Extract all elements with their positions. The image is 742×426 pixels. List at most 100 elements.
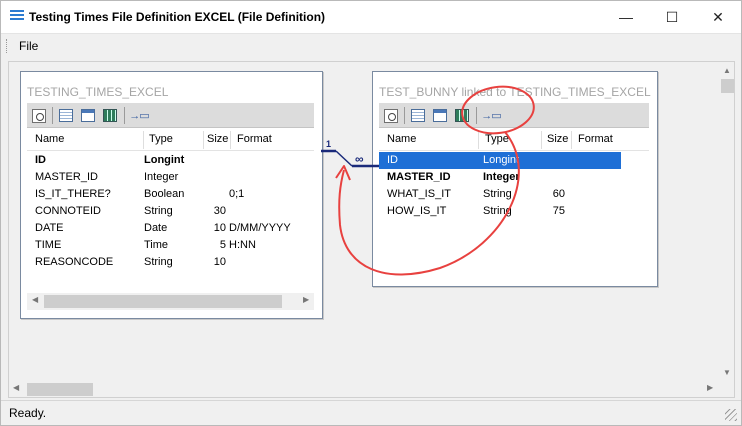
field-name-cell: HOW_IS_IT bbox=[387, 205, 447, 217]
field-type-cell: String bbox=[483, 205, 512, 217]
field-type-cell: String bbox=[483, 188, 512, 200]
canvas-vscrollbar[interactable]: ▲ ▼ bbox=[719, 63, 734, 381]
right-table-window[interactable]: TEST_BUNNY linked to TESTING_TIMES_EXCEL… bbox=[372, 71, 658, 287]
scroll-thumb[interactable] bbox=[27, 383, 93, 396]
column-divider bbox=[230, 131, 231, 149]
table-row[interactable]: ID Longint bbox=[379, 152, 621, 169]
field-size-cell: 10 bbox=[213, 222, 226, 234]
field-type-cell: Time bbox=[144, 239, 169, 251]
title-bar: Testing Times File Definition EXCEL (Fil… bbox=[1, 1, 741, 33]
preview-icon[interactable] bbox=[381, 106, 401, 125]
link-table-icon[interactable]: →▭ bbox=[481, 106, 501, 125]
toolbar-separator bbox=[52, 107, 53, 124]
table-row[interactable]: HOW_IS_IT String 75 bbox=[379, 203, 621, 220]
field-type-cell: Date bbox=[144, 222, 168, 234]
menu-bar: File bbox=[1, 33, 741, 57]
form-view-icon[interactable] bbox=[78, 106, 98, 125]
table-row[interactable]: CONNOTEID String 30 bbox=[27, 203, 314, 220]
table-row[interactable]: IS_IT_THERE? Boolean 0;1 bbox=[27, 186, 314, 203]
resize-grip-icon[interactable] bbox=[725, 409, 737, 421]
table-row[interactable]: MASTER_ID Integer bbox=[379, 169, 621, 186]
column-header-name[interactable]: Name bbox=[387, 133, 416, 145]
calculator-icon[interactable] bbox=[452, 106, 472, 125]
table-row[interactable]: WHAT_IS_IT String 60 bbox=[379, 186, 621, 203]
table-row[interactable]: MASTER_ID Integer bbox=[27, 169, 314, 186]
toolbar-separator bbox=[476, 107, 477, 124]
status-text: Ready. bbox=[9, 406, 47, 420]
column-header-size[interactable]: Size bbox=[207, 133, 228, 145]
left-table-toolbar: →▭ bbox=[27, 103, 314, 128]
table-row[interactable]: DATE Date 10 D/MM/YYYY bbox=[27, 220, 314, 237]
toolbar-separator bbox=[124, 107, 125, 124]
field-size-cell: 60 bbox=[552, 188, 565, 200]
field-type-cell: Longint bbox=[483, 154, 520, 166]
column-header-type[interactable]: Type bbox=[149, 133, 173, 145]
column-divider bbox=[478, 131, 479, 149]
column-divider bbox=[203, 131, 204, 149]
right-table-title: TEST_BUNNY linked to TESTING_TIMES_EXCEL bbox=[379, 85, 651, 99]
list-icon bbox=[10, 10, 24, 22]
scroll-down-icon[interactable]: ▼ bbox=[723, 368, 731, 377]
window-title: Testing Times File Definition EXCEL (Fil… bbox=[29, 10, 326, 24]
field-name-cell: CONNOTEID bbox=[35, 205, 101, 217]
column-header-name[interactable]: Name bbox=[35, 133, 64, 145]
scroll-corner bbox=[719, 381, 734, 397]
field-name-cell: DATE bbox=[35, 222, 64, 234]
grid-view-icon[interactable] bbox=[56, 106, 76, 125]
field-type-cell: Boolean bbox=[144, 188, 185, 200]
menu-grip bbox=[6, 39, 9, 53]
table-row[interactable]: ID Longint bbox=[27, 152, 314, 169]
left-table-hscrollbar[interactable]: ◀ ▶ bbox=[27, 293, 314, 310]
right-table-header: Name Type Size Format bbox=[379, 129, 649, 151]
field-name-cell: MASTER_ID bbox=[35, 171, 98, 183]
table-row[interactable]: REASONCODE String 10 bbox=[27, 254, 314, 271]
field-name-cell: REASONCODE bbox=[35, 256, 114, 268]
table-row[interactable]: TIME Time 5 H:NN bbox=[27, 237, 314, 254]
scroll-up-icon[interactable]: ▲ bbox=[723, 66, 731, 75]
calculator-icon[interactable] bbox=[100, 106, 120, 125]
scroll-right-icon[interactable]: ▶ bbox=[707, 383, 713, 392]
field-name-cell: ID bbox=[387, 154, 398, 166]
column-header-size[interactable]: Size bbox=[547, 133, 568, 145]
field-type-cell: Integer bbox=[144, 171, 179, 183]
scroll-right-icon[interactable]: ▶ bbox=[303, 295, 309, 304]
field-type-cell: String bbox=[144, 256, 173, 268]
field-size-cell: 75 bbox=[552, 205, 565, 217]
toolbar-separator bbox=[404, 107, 405, 124]
field-format-cell: 0;1 bbox=[229, 188, 245, 200]
form-view-icon[interactable] bbox=[430, 106, 450, 125]
left-table-window[interactable]: TESTING_TIMES_EXCEL →▭ Name Type Size Fo… bbox=[20, 71, 323, 319]
scroll-thumb[interactable] bbox=[721, 79, 734, 93]
preview-icon[interactable] bbox=[29, 106, 49, 125]
main-window: Testing Times File Definition EXCEL (Fil… bbox=[0, 0, 742, 426]
field-size-cell: 30 bbox=[213, 205, 226, 217]
canvas-hscrollbar[interactable]: ◀ ▶ bbox=[9, 381, 719, 397]
field-type-cell: Longint bbox=[144, 154, 185, 166]
diagram-canvas: TESTING_TIMES_EXCEL →▭ Name Type Size Fo… bbox=[8, 61, 735, 398]
field-name-cell: WHAT_IS_IT bbox=[387, 188, 451, 200]
scroll-left-icon[interactable]: ◀ bbox=[32, 295, 38, 304]
field-name-cell: MASTER_ID bbox=[387, 171, 451, 183]
scroll-left-icon[interactable]: ◀ bbox=[13, 383, 19, 392]
field-format-cell: D/MM/YYYY bbox=[229, 222, 291, 234]
link-table-icon[interactable]: →▭ bbox=[129, 106, 149, 125]
maximize-button[interactable]: ☐ bbox=[649, 1, 695, 33]
field-name-cell: ID bbox=[35, 154, 46, 166]
grid-view-icon[interactable] bbox=[408, 106, 428, 125]
scroll-thumb[interactable] bbox=[44, 295, 282, 308]
field-type-cell: String bbox=[144, 205, 173, 217]
minimize-button[interactable]: — bbox=[603, 1, 649, 33]
close-button[interactable]: ✕ bbox=[695, 1, 741, 33]
column-header-format[interactable]: Format bbox=[237, 133, 272, 145]
left-table-header: Name Type Size Format bbox=[27, 129, 314, 151]
column-divider bbox=[143, 131, 144, 149]
field-size-cell: 10 bbox=[213, 256, 226, 268]
column-header-format[interactable]: Format bbox=[578, 133, 613, 145]
field-size-cell: 5 bbox=[219, 239, 226, 251]
right-table-toolbar: →▭ bbox=[379, 103, 649, 128]
field-name-cell: TIME bbox=[35, 239, 62, 251]
field-name-cell: IS_IT_THERE? bbox=[35, 188, 111, 200]
column-divider bbox=[541, 131, 542, 149]
menu-file[interactable]: File bbox=[19, 39, 38, 53]
column-header-type[interactable]: Type bbox=[485, 133, 509, 145]
